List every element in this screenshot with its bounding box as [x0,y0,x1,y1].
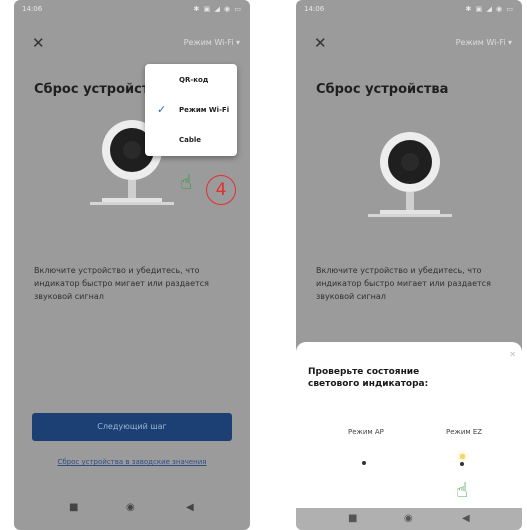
status-time: 14:06 [304,5,325,13]
factory-reset-link[interactable]: Сброс устройства в заводские значения [32,458,232,466]
camera-icon [368,132,452,217]
nav-back-icon[interactable]: ◀ [186,502,194,513]
menu-item-label: Cable [179,136,202,144]
indicator-bottom-sheet: ✕ Проверьте состояние светового индикато… [296,342,522,530]
indicator-light-icon [460,454,465,459]
indicator-dot-icon [362,461,366,465]
right-phone-screen: 14:06 ✱ ▣ ◢ ◉ ▭ ✕ Режим Wi-Fi ▾ Сброс ус… [296,0,522,530]
mode-selector[interactable]: Режим Wi-Fi ▾ [456,38,512,47]
nav-back-icon[interactable]: ◀ [462,513,470,524]
pointing-hand-icon: ☝ [180,170,193,194]
close-icon[interactable]: ✕ [32,34,45,52]
nav-square-icon[interactable]: ■ [69,502,78,513]
status-bar: 14:06 ✱ ▣ ◢ ◉ ▭ [14,0,250,16]
menu-item-wifi[interactable]: ✓ Режим Wi-Fi [145,98,237,122]
nav-square-icon[interactable]: ■ [348,513,357,524]
status-icons: ✱ ▣ ◢ ◉ ▭ [465,5,514,13]
option-ez-mode[interactable]: Режим EZ [446,428,482,436]
step-number-badge: 4 [206,175,236,205]
system-nav-bar: ■ ◉ ◀ [296,508,522,530]
close-icon[interactable]: ✕ [314,34,327,52]
system-nav-bar: ■ ◉ ◀ [14,498,250,520]
menu-item-qr[interactable]: QR-код [145,68,237,92]
status-bar: 14:06 ✱ ▣ ◢ ◉ ▭ [296,0,522,16]
option-ap-mode[interactable]: Режим AP [348,428,384,436]
status-time: 14:06 [22,5,43,13]
instruction-text: Включите устройство и убедитесь, что инд… [34,266,209,301]
page-title: Сброс устройства [316,82,449,97]
menu-item-cable[interactable]: Cable [145,128,237,152]
sheet-title: Проверьте состояние светового индикатора… [308,367,429,389]
menu-item-label: Режим Wi-Fi [179,106,230,114]
mode-selector[interactable]: Режим Wi-Fi ▾ [184,38,240,47]
next-step-button[interactable]: Следующий шаг [32,413,232,441]
mode-dropdown-menu: QR-код ✓ Режим Wi-Fi Cable [145,64,237,156]
left-phone-screen: 14:06 ✱ ▣ ◢ ◉ ▭ ✕ Режим Wi-Fi ▾ Сброс ус… [14,0,250,530]
indicator-dot-icon [460,462,464,466]
nav-home-icon[interactable]: ◉ [404,513,413,524]
check-icon: ✓ [157,103,167,116]
pointing-hand-icon: ☝ [456,478,469,502]
instruction-text: Включите устройство и убедитесь, что инд… [316,266,491,301]
menu-item-label: QR-код [179,76,209,84]
close-icon[interactable]: ✕ [509,350,516,359]
nav-home-icon[interactable]: ◉ [126,502,135,513]
status-icons: ✱ ▣ ◢ ◉ ▭ [193,5,242,13]
